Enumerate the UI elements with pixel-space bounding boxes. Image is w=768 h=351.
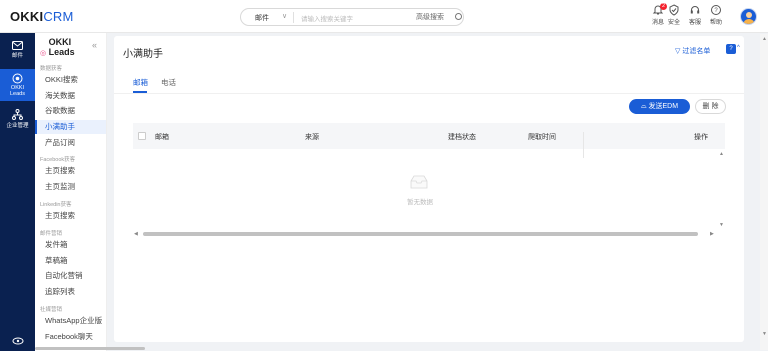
sidebar-item-customs[interactable]: 海关数据	[35, 89, 106, 103]
sidebar-item-fb-search[interactable]: 主页搜索	[35, 164, 106, 178]
sidebar-item-google[interactable]: 谷歌数据	[35, 104, 106, 118]
page-scroll-up-icon: ▲	[762, 36, 767, 42]
send-edm-button[interactable]: ⌓ 发送EDM	[629, 99, 690, 114]
sidebar-item-li-search[interactable]: 主页搜索	[35, 209, 106, 223]
send-icon: ⌓	[640, 103, 647, 110]
rail-bottom-eye-icon[interactable]	[0, 337, 35, 349]
horizontal-scroll-thumb[interactable]	[143, 232, 698, 236]
sidebar-horizontal-scroll-thumb[interactable]	[35, 347, 145, 350]
send-edm-label: 发送EDM	[648, 103, 679, 110]
global-search: 邮件 ∨ 请输入搜索关键字 高级搜索	[240, 8, 464, 26]
rail-leads-label: OKKI Leads	[10, 85, 25, 97]
sidebar-item-okki-search[interactable]: OKKI搜索	[35, 73, 106, 87]
rail-item-mail[interactable]: 邮件	[0, 41, 35, 65]
service-label: 客服	[688, 20, 701, 26]
page-vertical-scrollbar[interactable]: ▲ ▼	[760, 34, 768, 350]
scroll-right-icon: ▶	[710, 231, 714, 237]
sidebar-item-whatsapp[interactable]: WhatsApp企业版	[35, 314, 106, 328]
tab-phone[interactable]: 电话	[161, 77, 176, 88]
sidebar-item-subscription[interactable]: 产品订阅	[35, 136, 106, 150]
chevron-down-icon[interactable]: ∨	[282, 12, 287, 20]
sidebar-item-drafts[interactable]: 草稿箱	[35, 254, 106, 268]
leads-sidebar: ◎ OKKI Leads « 数据获客 OKKI搜索 海关数据 谷歌数据 小满助…	[35, 33, 107, 351]
okki-dot-icon: ◎	[40, 50, 47, 57]
org-icon	[12, 109, 23, 120]
table-vertical-scrollbar[interactable]: ▲ ▼	[718, 149, 725, 231]
rail-item-org[interactable]: 企业管理	[0, 109, 35, 133]
avatar-body	[743, 19, 755, 24]
search-divider	[293, 12, 294, 23]
section-email-heading: 邮件营销	[40, 231, 63, 237]
advanced-search-link[interactable]: 高级搜索	[416, 12, 444, 22]
avatar-head	[746, 12, 752, 18]
select-all-checkbox[interactable]	[138, 132, 146, 140]
help-circle-icon: ?	[711, 5, 721, 15]
section-linkedin-heading: Linkedin获客	[40, 202, 72, 208]
section-social-heading: 社媒营销	[40, 307, 63, 313]
sidebar-item-outbox[interactable]: 发件箱	[35, 238, 106, 252]
col-email[interactable]: 邮箱	[155, 132, 169, 142]
section-facebook-heading: Facebook获客	[40, 157, 76, 163]
scroll-up-icon: ▲	[719, 151, 724, 157]
chevron-up-icon[interactable]: ^	[737, 45, 740, 51]
collapse-sidebar-icon[interactable]: «	[92, 40, 97, 50]
avatar[interactable]	[740, 8, 757, 25]
empty-box-icon	[410, 175, 428, 189]
main-panel: 小满助手 ▽ 过滤名单 ? ^ 邮箱 电话 ⌓ 发送EDM 删 除 邮箱 来源 …	[114, 36, 744, 342]
mail-icon	[12, 41, 23, 50]
guide-icon[interactable]: ?	[726, 44, 736, 54]
delete-button[interactable]: 删 除	[695, 99, 726, 114]
tab-email[interactable]: 邮箱	[133, 77, 148, 88]
search-input[interactable]: 请输入搜索关键字	[301, 13, 353, 23]
security-label: 安全	[667, 20, 680, 26]
page-title: 小满助手	[123, 49, 163, 60]
sidebar-title: ◎ OKKI Leads	[40, 37, 79, 59]
page-scroll-down-icon: ▼	[762, 331, 767, 337]
table-horizontal-scrollbar[interactable]: ◀ ▶	[133, 230, 725, 238]
section-data-heading: 数据获客	[40, 66, 63, 72]
sidebar-item-assistant[interactable]: 小满助手	[35, 120, 106, 134]
logo-crm: CRM	[43, 9, 74, 24]
filter-list-label: 过滤名单	[682, 48, 711, 55]
col-source[interactable]: 来源	[305, 132, 319, 142]
help-label: 帮助	[709, 20, 722, 26]
rail-mail-label: 邮件	[11, 53, 23, 59]
sidebar-title-text: OKKI Leads	[48, 37, 75, 57]
headset-icon	[690, 6, 700, 14]
col-actions: 操作	[694, 134, 708, 141]
filter-icon: ▽	[675, 48, 681, 55]
top-bar: OKKICRM 邮件 ∨ 请输入搜索关键字 高级搜索 2 消息 安全 客服 ? …	[0, 0, 768, 33]
tab-divider	[114, 93, 744, 94]
sidebar-item-fb-monitor[interactable]: 主页监测	[35, 180, 106, 194]
app-logo[interactable]: OKKICRM	[10, 9, 74, 24]
rail-item-leads[interactable]: OKKI Leads	[0, 69, 35, 101]
scroll-left-icon: ◀	[134, 231, 138, 237]
search-type-select[interactable]: 邮件	[255, 13, 269, 23]
leads-icon	[12, 73, 23, 84]
col-status[interactable]: 建档状态	[448, 132, 476, 142]
sidebar-item-automation[interactable]: 自动化营销	[35, 269, 106, 283]
logo-okki: OKKI	[10, 9, 44, 24]
filter-list-button[interactable]: ▽ 过滤名单	[675, 46, 710, 56]
rail-org-label: 企业管理	[6, 123, 29, 129]
col-crawl-time[interactable]: 爬取时间	[528, 132, 556, 142]
sidebar-item-fb-chat[interactable]: Facebook聊天	[35, 330, 106, 344]
empty-text: 暂无数据	[407, 199, 433, 206]
search-icon[interactable]	[455, 13, 462, 20]
shield-check-icon	[669, 4, 679, 16]
svg-text:?: ?	[714, 8, 718, 14]
table-header: 邮箱 来源 建档状态 爬取时间 操作	[133, 123, 725, 158]
sidebar-item-tracking[interactable]: 追踪列表	[35, 285, 106, 299]
fixed-column-divider	[583, 132, 584, 158]
app-rail: 邮件 OKKI Leads 企业管理	[0, 33, 35, 351]
help-button[interactable]: ? 帮助	[704, 4, 728, 26]
scroll-down-icon: ▼	[719, 222, 724, 228]
